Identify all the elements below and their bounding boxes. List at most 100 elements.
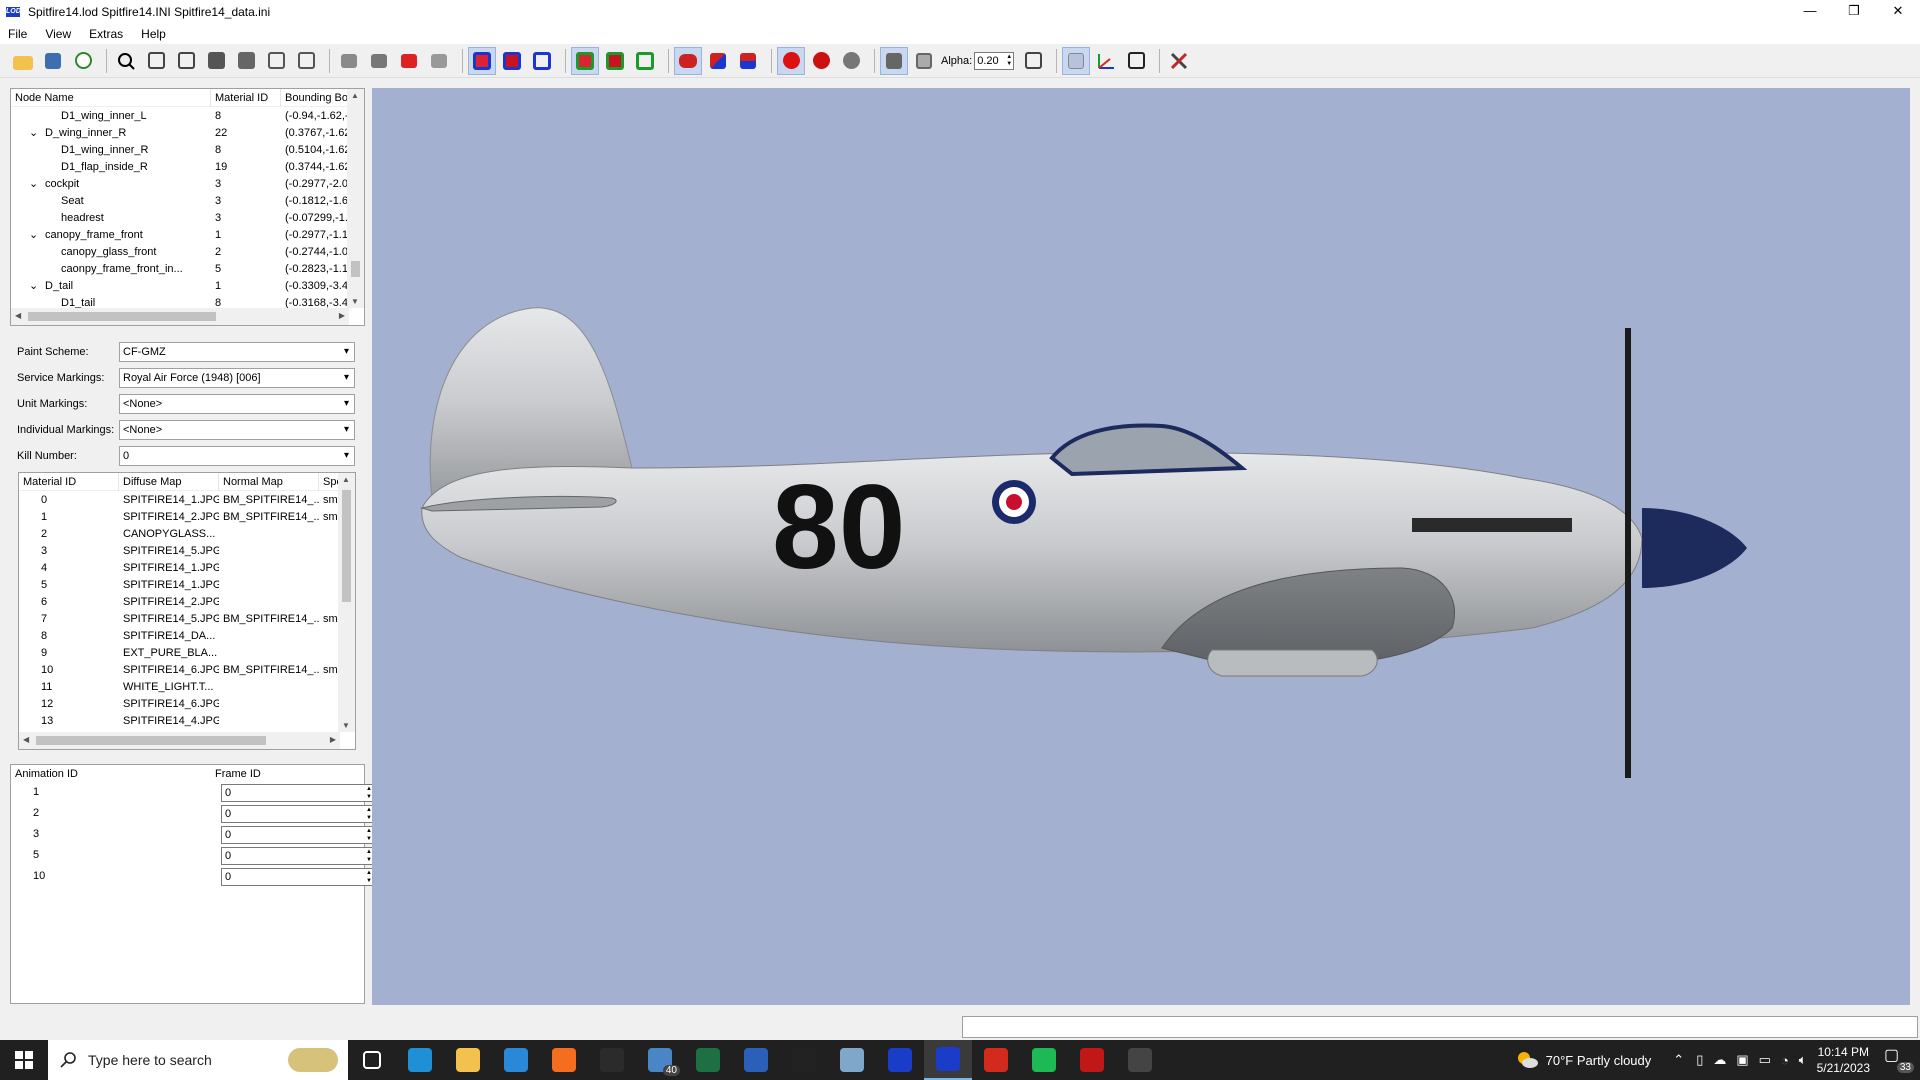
scroll-left-icon[interactable]: ◀ (23, 735, 29, 744)
material-row[interactable]: 8 SPITFIRE14_DA... (19, 627, 355, 644)
scroll-thumb[interactable] (28, 312, 216, 321)
column-material-id[interactable]: Material ID (211, 89, 281, 107)
file-explorer-button[interactable] (444, 1040, 492, 1080)
expand-chevron-icon[interactable]: ⌄ (29, 177, 45, 190)
column-diffuse-map[interactable]: Diffuse Map (119, 473, 219, 491)
scroll-thumb[interactable] (36, 736, 266, 745)
3d-viewport[interactable]: 80 (372, 88, 1910, 1005)
material-map-button[interactable] (735, 48, 761, 74)
view-left-button[interactable] (203, 48, 229, 74)
normals-toggle-button[interactable] (571, 46, 599, 75)
tray-wifi-icon[interactable]: ◔ (1781, 1053, 1789, 1068)
view-bottom-button[interactable] (293, 48, 319, 74)
material-row[interactable]: 12 SPITFIRE14_6.JPG (19, 695, 355, 712)
mail-button[interactable]: 40 (636, 1040, 684, 1080)
service-markings-select[interactable]: Royal Air Force (1948) [006] (119, 368, 355, 388)
axes-toggle-button[interactable] (1093, 48, 1119, 74)
alpha-spinbox[interactable]: 0.20 ▲ ▼ (974, 51, 1015, 70)
render-flat-button[interactable] (336, 48, 362, 74)
scroll-left-icon[interactable]: ◀ (15, 311, 21, 320)
render-texture-button[interactable] (426, 48, 452, 74)
individual-markings-select[interactable]: <None> (119, 420, 355, 440)
view-right-button[interactable] (233, 48, 259, 74)
settings-button[interactable] (1166, 48, 1192, 74)
wireframe-overlay-button[interactable] (1020, 48, 1046, 74)
lighting-toggle-button[interactable] (674, 46, 702, 75)
expand-chevron-icon[interactable]: ⌄ (29, 228, 45, 241)
column-bounding-box[interactable]: Bounding Bo (281, 89, 349, 107)
scroll-down-icon[interactable]: ▼ (351, 297, 359, 306)
edge-button[interactable] (396, 1040, 444, 1080)
notifications-button[interactable]: ▢ 33 (1884, 1045, 1914, 1075)
background-toggle-button[interactable] (1062, 46, 1091, 75)
store-button[interactable] (492, 1040, 540, 1080)
column-material-id[interactable]: Material ID (19, 473, 119, 491)
7zip-button[interactable] (780, 1040, 828, 1080)
tree-node[interactable]: D1_wing_inner_L 8 (-0.94,-1.62,- (11, 107, 364, 124)
expand-chevron-icon[interactable]: ⌄ (29, 279, 45, 292)
bbox-wire-button[interactable] (529, 48, 555, 74)
tree-node[interactable]: ⌄ canopy_frame_front 1 (-0.2977,-1.1 (11, 226, 364, 243)
scroll-up-icon[interactable]: ▲ (342, 475, 350, 484)
scroll-thumb[interactable] (351, 261, 360, 277)
reload-button[interactable] (70, 48, 96, 74)
normals-solid-button[interactable] (602, 48, 628, 74)
unit-markings-select[interactable]: <None> (119, 394, 355, 414)
material-color-button[interactable] (705, 48, 731, 74)
material-row[interactable]: 11 WHITE_LIGHT.T... (19, 678, 355, 695)
frame-id-spinbox[interactable]: 0 ▲ ▼ (221, 847, 376, 865)
render-color-button[interactable] (396, 48, 422, 74)
material-row[interactable]: 3 SPITFIRE14_5.JPG (19, 542, 355, 559)
lod-viewer-active-button[interactable] (924, 1040, 972, 1080)
view-front-button[interactable] (143, 48, 169, 74)
save-button[interactable] (40, 48, 66, 74)
menu-view[interactable]: View (45, 27, 80, 41)
zoom-fit-button[interactable] (113, 48, 139, 74)
word-button[interactable] (732, 1040, 780, 1080)
material-row[interactable]: 1 SPITFIRE14_2.JPG BM_SPITFIRE14_... sm (19, 508, 355, 525)
material-row[interactable]: 2 CANOPYGLASS... (19, 525, 355, 542)
tree-node[interactable]: D1_flap_inside_R 19 (0.3744,-1.62 (11, 158, 364, 175)
firefox-button[interactable] (540, 1040, 588, 1080)
material-row[interactable]: 10 SPITFIRE14_6.JPG BM_SPITFIRE14_... sm (19, 661, 355, 678)
tree-node[interactable]: headrest 3 (-0.07299,-1. (11, 209, 364, 226)
scroll-right-icon[interactable]: ▶ (339, 311, 345, 320)
tree-node[interactable]: caonpy_frame_front_in... 5 (-0.2823,-1.1 (11, 260, 364, 277)
taskbar-search[interactable]: Type here to search (48, 1040, 348, 1080)
materials-vscroll[interactable]: ▲ ▼ (338, 473, 355, 732)
tree-node[interactable]: ⌄ cockpit 3 (-0.2977,-2.0 (11, 175, 364, 192)
tray-meet-icon[interactable]: ▯ (1696, 1052, 1703, 1068)
tray-battery-icon[interactable]: ▭ (1759, 1052, 1771, 1068)
minimize-button[interactable]: — (1788, 0, 1832, 24)
tree-node[interactable]: ⌄ D_tail 1 (-0.3309,-3.4 (11, 277, 364, 294)
frame-id-spinbox[interactable]: 0 ▲ ▼ (221, 826, 376, 844)
tree-node[interactable]: Seat 3 (-0.1812,-1.6 (11, 192, 364, 209)
task-view-button[interactable] (348, 1040, 396, 1080)
tree-node[interactable]: D1_wing_inner_R 8 (0.5104,-1.62 (11, 141, 364, 158)
acrobat-button[interactable] (972, 1040, 1020, 1080)
damage-level-button[interactable] (808, 48, 834, 74)
close-button[interactable]: ✕ (1876, 0, 1920, 24)
column-node-name[interactable]: Node Name (11, 89, 211, 107)
tray-chevron-icon[interactable]: ⌃ (1673, 1052, 1684, 1068)
spitfire-model[interactable]: 80 (372, 88, 1910, 1005)
aircraft-app-button[interactable] (1116, 1040, 1164, 1080)
material-row[interactable]: 4 SPITFIRE14_1.JPG (19, 559, 355, 576)
maximize-button[interactable]: ❐ (1832, 0, 1876, 24)
tray-volume-icon[interactable]: 🔈︎ (1799, 1052, 1807, 1068)
material-row[interactable]: 7 SPITFIRE14_5.JPG BM_SPITFIRE14_... sm (19, 610, 355, 627)
bbox-solid-button[interactable] (499, 48, 525, 74)
menu-help[interactable]: Help (141, 27, 175, 41)
scroll-down-icon[interactable]: ▼ (342, 721, 350, 730)
material-row[interactable]: 13 SPITFIRE14_4.JPG (19, 712, 355, 729)
kill-number-select[interactable]: 0 (119, 446, 355, 466)
expand-chevron-icon[interactable]: ⌄ (29, 126, 45, 139)
normals-wire-button[interactable] (632, 48, 658, 74)
column-normal-map[interactable]: Normal Map (219, 473, 319, 491)
scroll-up-icon[interactable]: ▲ (351, 91, 359, 100)
open-folder-button[interactable] (10, 48, 36, 74)
paint-scheme-select[interactable]: CF-GMZ (119, 342, 355, 362)
materials-hscroll[interactable]: ◀ ▶ (19, 732, 340, 749)
damage-toggle-button[interactable] (777, 46, 805, 75)
transparency-mode-button[interactable] (911, 48, 937, 74)
